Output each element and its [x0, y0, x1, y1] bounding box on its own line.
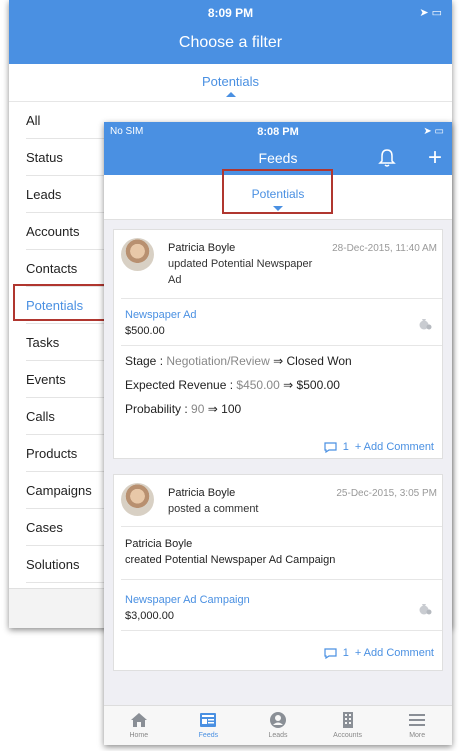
- divider: [121, 630, 442, 631]
- feed-author[interactable]: Patricia Boyle: [168, 487, 235, 499]
- filter-selector[interactable]: Potentials: [9, 64, 452, 102]
- feed-card: Patricia Boyle 25-Dec-2015, 3:05 PM post…: [113, 474, 443, 671]
- add-comment-button[interactable]: + Add Comment: [355, 647, 434, 659]
- comment-body: created Potential Newspaper Ad Campaign: [125, 554, 335, 566]
- record-link[interactable]: Newspaper Ad: [125, 309, 197, 321]
- bell-icon[interactable]: [378, 148, 396, 168]
- comment-record: Newspaper Ad Campaign: [210, 554, 336, 566]
- record-amount: $500.00: [125, 325, 165, 337]
- stage-new: Closed Won: [286, 354, 352, 368]
- feed-action: updated Potential Newspaper Ad: [168, 258, 313, 286]
- revenue-new: $500.00: [296, 378, 340, 392]
- probability-label: Probability :: [125, 402, 192, 416]
- highlight-potentials-selector: [222, 169, 333, 214]
- feeds-screen: No SIM 8:08 PM ➤ ▭ Feeds + Potentials Pa…: [104, 122, 452, 745]
- status-bar: No SIM 8:08 PM ➤ ▭: [104, 122, 452, 142]
- record-amount: $3,000.00: [125, 610, 174, 622]
- menu-icon: [409, 714, 426, 726]
- card-actions: 1 + Add Comment: [324, 441, 434, 453]
- feed-date: 28-Dec-2015, 11:40 AM: [332, 243, 437, 254]
- tab-bar: Home Feeds Leads Accounts More: [104, 705, 452, 745]
- feed-date: 25-Dec-2015, 3:05 PM: [336, 488, 437, 499]
- stage-old: Negotiation/Review: [166, 354, 270, 368]
- comment-prefix: created Potential: [125, 554, 211, 566]
- revenue-label: Expected Revenue :: [125, 378, 237, 392]
- tab-more-label: More: [409, 732, 426, 739]
- tab-home[interactable]: Home: [104, 706, 174, 745]
- page-title: Choose a filter: [9, 26, 452, 64]
- comment-count[interactable]: 1: [343, 647, 349, 659]
- feed-action: posted a comment: [168, 503, 259, 515]
- arrow-icon: ⇒: [283, 378, 294, 392]
- tab-feeds-label: Feeds: [198, 732, 219, 739]
- caret-up-icon: [225, 92, 236, 97]
- feed-author[interactable]: Patricia Boyle: [168, 242, 235, 254]
- add-comment-button[interactable]: + Add Comment: [355, 441, 434, 453]
- feeds-icon: [200, 713, 217, 727]
- comment-icon[interactable]: [324, 441, 337, 453]
- record-link[interactable]: Newspaper Ad Campaign: [125, 594, 250, 606]
- comment-icon[interactable]: [324, 647, 337, 659]
- status-bar: 8:09 PM ➤ ▭: [9, 0, 452, 26]
- stage-change: Stage : Negotiation/Review ⇒ Closed Won: [125, 354, 352, 368]
- tutorial-composite: 8:09 PM ➤ ▭ Choose a filter Potentials A…: [0, 0, 459, 751]
- filter-selector-label: Potentials: [201, 74, 260, 89]
- card-actions: 1 + Add Comment: [324, 647, 434, 659]
- tab-leads-label: Leads: [268, 732, 288, 739]
- probability-change: Probability : 90 ⇒ 100: [125, 402, 241, 416]
- avatar[interactable]: [121, 238, 154, 271]
- status-icons: ➤ ▭: [419, 7, 442, 19]
- arrow-icon: ⇒: [273, 354, 284, 368]
- page-title: Feeds: [258, 150, 298, 166]
- comment-author: Patricia Boyle: [125, 538, 193, 550]
- feed-card: Patricia Boyle 28-Dec-2015, 11:40 AM upd…: [113, 229, 443, 459]
- comment-count[interactable]: 1: [343, 441, 349, 453]
- leads-icon: [269, 712, 286, 728]
- highlight-potentials-item: [13, 284, 107, 321]
- money-bag-icon: [419, 319, 432, 330]
- status-time: 8:09 PM: [207, 6, 254, 20]
- tab-accounts[interactable]: Accounts: [313, 706, 383, 745]
- tab-leads[interactable]: Leads: [243, 706, 313, 745]
- arrow-icon: ⇒: [207, 402, 218, 416]
- divider: [121, 526, 442, 527]
- probability-new: 100: [221, 402, 242, 416]
- revenue-change: Expected Revenue : $450.00 ⇒ $500.00: [125, 378, 340, 392]
- battery-icon: ➤ ▭: [423, 126, 444, 137]
- avatar[interactable]: [121, 483, 154, 516]
- stage-label: Stage :: [125, 354, 167, 368]
- tab-feeds[interactable]: Feeds: [174, 706, 244, 745]
- add-icon[interactable]: +: [428, 142, 442, 173]
- status-time: 8:08 PM: [257, 126, 299, 138]
- tab-more[interactable]: More: [382, 706, 452, 745]
- tab-accounts-label: Accounts: [333, 732, 362, 739]
- divider: [121, 298, 442, 299]
- home-icon: [130, 713, 147, 727]
- divider: [121, 345, 442, 346]
- probability-old: 90: [191, 402, 205, 416]
- tab-home-label: Home: [129, 732, 149, 739]
- accounts-icon: [342, 712, 353, 728]
- money-bag-icon: [419, 604, 432, 615]
- divider: [121, 579, 442, 580]
- revenue-old: $450.00: [236, 378, 280, 392]
